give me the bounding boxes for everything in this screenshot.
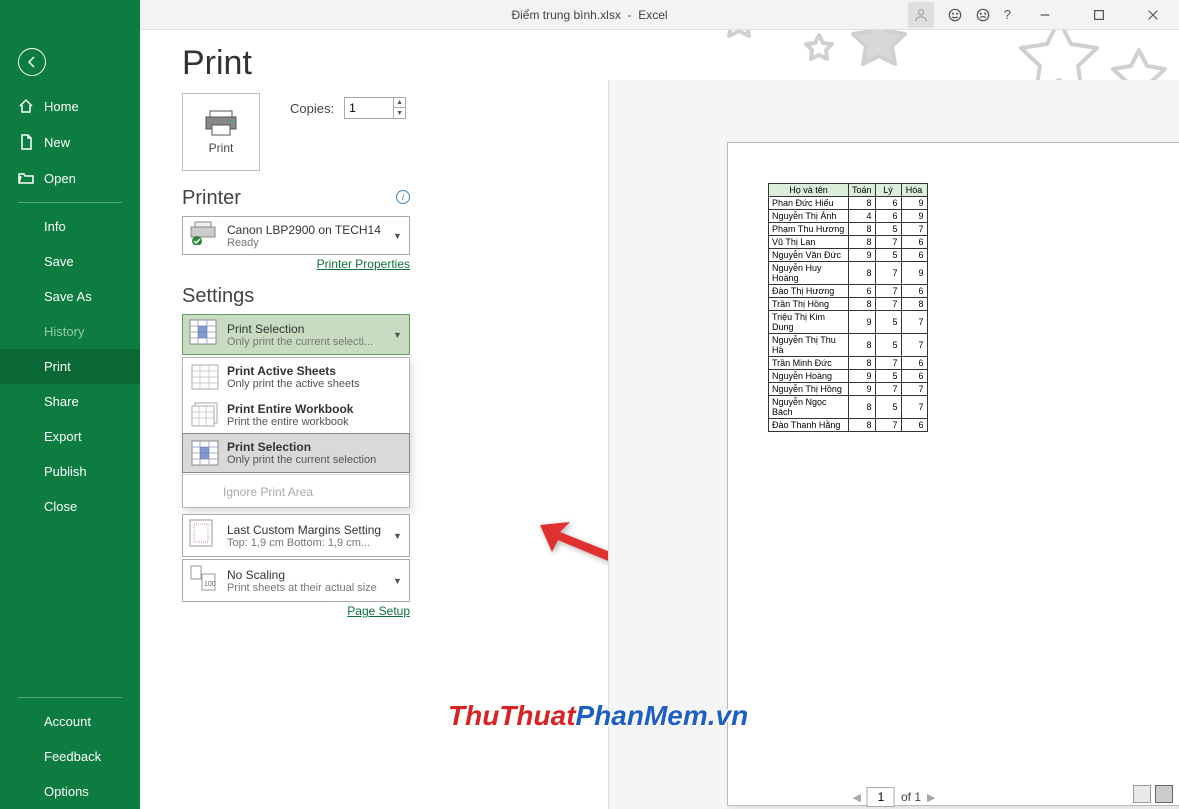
- sidebar-item-close[interactable]: Close: [0, 489, 140, 524]
- sidebar-item-save-as[interactable]: Save As: [0, 279, 140, 314]
- sidebar-item-info[interactable]: Info: [0, 209, 140, 244]
- sidebar-item-feedback[interactable]: Feedback: [0, 739, 140, 774]
- copies-label: Copies:: [290, 101, 334, 116]
- print-button[interactable]: Print: [182, 93, 260, 171]
- print-backstage-panel: Print Print Copies: ▲▼ Printer i: [140, 30, 1179, 809]
- workbook-icon: [191, 402, 219, 428]
- copies-spinner[interactable]: ▲▼: [393, 97, 406, 119]
- sidebar-item-export[interactable]: Export: [0, 419, 140, 454]
- printer-properties-link[interactable]: Printer Properties: [182, 257, 410, 271]
- sidebar-item-options[interactable]: Options: [0, 774, 140, 809]
- sheet-icon: [191, 364, 219, 390]
- backstage-sidebar: Home New Open Info Save Save As History …: [0, 30, 140, 809]
- zoom-to-page-button[interactable]: [1155, 785, 1173, 803]
- show-margins-button[interactable]: [1133, 785, 1151, 803]
- sheet-selection-icon: [191, 440, 219, 466]
- chevron-down-icon: ▼: [393, 231, 403, 241]
- sidebar-item-account[interactable]: Account: [0, 704, 140, 739]
- printer-heading: Printer: [182, 187, 241, 210]
- printer-status-icon: [189, 221, 219, 250]
- titlebar-controls: ?: [908, 0, 1179, 30]
- dropdown-option-print-selection[interactable]: Print SelectionOnly print the current se…: [182, 433, 410, 473]
- minimize-button[interactable]: [1025, 0, 1065, 30]
- dropdown-ignore-print-area: Ignore Print Area: [183, 477, 409, 507]
- chevron-down-icon: ▼: [393, 531, 403, 541]
- sidebar-item-publish[interactable]: Publish: [0, 454, 140, 489]
- titlebar: Điểm trung bình.xlsx - Excel ?: [0, 0, 1179, 30]
- print-what-selector[interactable]: Print Selection Only print the current s…: [182, 314, 410, 355]
- frown-icon[interactable]: [976, 8, 990, 22]
- svg-text:100: 100: [204, 581, 216, 588]
- avatar-icon: [908, 2, 934, 28]
- sidebar-item-print[interactable]: Print: [0, 349, 140, 384]
- user-account[interactable]: [908, 2, 934, 28]
- sidebar-item-open[interactable]: Open: [0, 160, 140, 196]
- page-total: of 1: [901, 790, 921, 804]
- sidebar-item-home[interactable]: Home: [0, 88, 140, 124]
- scaling-selector[interactable]: 100 No Scaling Print sheets at their act…: [182, 559, 410, 602]
- next-page-button[interactable]: ▶: [927, 791, 935, 804]
- sidebar-separator: [18, 697, 122, 698]
- maximize-button[interactable]: [1079, 0, 1119, 30]
- home-icon: [18, 98, 34, 114]
- sidebar-item-history[interactable]: History: [0, 314, 140, 349]
- copies-input[interactable]: [344, 97, 394, 119]
- sidebar-item-share[interactable]: Share: [0, 384, 140, 419]
- page-setup-link[interactable]: Page Setup: [182, 604, 410, 618]
- scaling-icon: 100: [189, 564, 219, 597]
- sheet-selection-icon: [189, 319, 219, 350]
- preview-page: Họ và tênToánLýHóa Phan Đức Hiếu869Nguyễ…: [727, 142, 1179, 806]
- margins-icon: [189, 519, 219, 552]
- printer-selector[interactable]: Canon LBP2900 on TECH14 Ready ▼: [182, 216, 410, 255]
- page-navigator: ◀ of 1 ▶: [853, 787, 936, 807]
- dropdown-option-active-sheets[interactable]: Print Active SheetsOnly print the active…: [183, 358, 409, 396]
- titlebar-green-block: [0, 0, 140, 30]
- printer-name: Canon LBP2900 on TECH14: [227, 223, 385, 237]
- page-title: Print: [182, 44, 1159, 83]
- open-icon: [18, 170, 34, 186]
- page-number-input[interactable]: [867, 787, 895, 807]
- printer-icon: [204, 109, 238, 137]
- copies-control: Copies: ▲▼: [290, 97, 406, 119]
- prev-page-button[interactable]: ◀: [853, 791, 861, 804]
- sidebar-item-new[interactable]: New: [0, 124, 140, 160]
- close-button[interactable]: [1133, 0, 1173, 30]
- print-what-dropdown: Print Active SheetsOnly print the active…: [182, 357, 410, 508]
- smiley-icon[interactable]: [948, 8, 962, 22]
- window-title: Điểm trung bình.xlsx - Excel: [511, 8, 667, 22]
- sidebar-separator: [18, 202, 122, 203]
- preview-table: Họ và tênToánLýHóa Phan Đức Hiếu869Nguyễ…: [768, 183, 928, 432]
- dropdown-separator: [183, 474, 409, 475]
- help-icon[interactable]: ?: [1004, 7, 1011, 22]
- printer-status: Ready: [227, 237, 385, 249]
- chevron-down-icon: ▼: [393, 330, 403, 340]
- back-button[interactable]: [18, 48, 46, 76]
- dropdown-option-entire-workbook[interactable]: Print Entire WorkbookPrint the entire wo…: [183, 396, 409, 434]
- info-icon[interactable]: i: [396, 190, 410, 204]
- margins-selector[interactable]: Last Custom Margins Setting Top: 1,9 cm …: [182, 514, 410, 557]
- watermark: ThuThuatPhanMem.vn: [448, 700, 748, 732]
- sidebar-item-save[interactable]: Save: [0, 244, 140, 279]
- chevron-down-icon: ▼: [393, 576, 403, 586]
- new-icon: [18, 134, 34, 150]
